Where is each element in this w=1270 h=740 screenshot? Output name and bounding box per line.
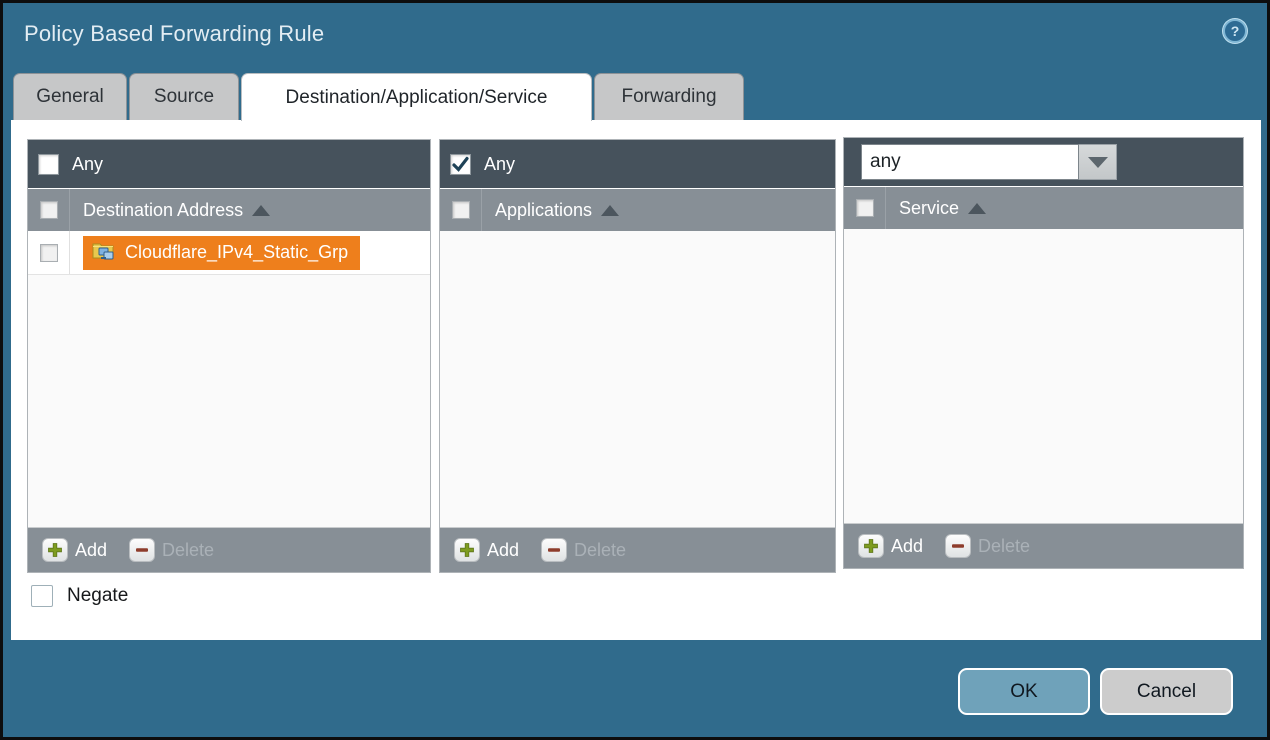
dialog-title-bar: Policy Based Forwarding Rule ?	[3, 3, 1267, 67]
minus-icon	[945, 534, 971, 558]
chevron-down-icon	[1088, 157, 1108, 168]
service-column-header-row: Service	[844, 186, 1243, 229]
service-dropdown-value[interactable]: any	[861, 144, 1079, 180]
service-add-button[interactable]: Add	[858, 534, 923, 558]
destination-address-list: Cloudflare_IPv4_Static_Grp	[28, 231, 430, 527]
sort-asc-icon	[968, 203, 986, 214]
service-select-all-checkbox[interactable]	[856, 199, 874, 217]
service-any-bar: any	[844, 138, 1243, 186]
tab-source[interactable]: Source	[129, 73, 239, 120]
service-dropdown[interactable]: any	[861, 144, 1117, 180]
add-button-label: Add	[75, 540, 107, 561]
destination-select-all-cell	[28, 189, 70, 231]
destination-select-all-checkbox[interactable]	[40, 201, 58, 219]
ok-button[interactable]: OK	[958, 668, 1090, 715]
destination-column-header-row: Destination Address	[28, 188, 430, 231]
tab-general[interactable]: General	[13, 73, 127, 120]
applications-add-button[interactable]: Add	[454, 538, 519, 562]
service-delete-button[interactable]: Delete	[945, 534, 1030, 558]
service-select-all-cell	[844, 187, 886, 229]
minus-icon	[541, 538, 567, 562]
tab-content: Any Destination Address	[11, 120, 1261, 640]
negate-checkbox[interactable]	[31, 585, 53, 607]
service-footer-bar: Add Delete	[844, 523, 1243, 568]
applications-select-all-checkbox[interactable]	[452, 201, 470, 219]
plus-icon	[858, 534, 884, 558]
applications-column-header[interactable]: Applications	[495, 200, 619, 221]
address-group-icon	[91, 239, 117, 266]
applications-footer-bar: Add Delete	[440, 527, 835, 572]
table-row: Cloudflare_IPv4_Static_Grp	[28, 231, 430, 275]
service-column-header-label: Service	[899, 198, 959, 219]
minus-icon	[129, 538, 155, 562]
applications-any-bar: Any	[440, 140, 835, 188]
applications-select-all-cell	[440, 189, 482, 231]
applications-column-header-label: Applications	[495, 200, 592, 221]
tab-source-label: Source	[154, 86, 214, 108]
page-title: Policy Based Forwarding Rule	[24, 21, 324, 47]
sort-asc-icon	[601, 205, 619, 216]
plus-icon	[42, 538, 68, 562]
service-list	[844, 229, 1243, 523]
row-check-cell	[28, 231, 70, 274]
tab-destination-application-service[interactable]: Destination/Application/Service	[241, 73, 592, 121]
destination-add-button[interactable]: Add	[42, 538, 107, 562]
destination-any-checkbox[interactable]	[38, 154, 59, 175]
applications-panel: Any Applications Add Delet	[439, 139, 836, 573]
delete-button-label: Delete	[574, 540, 626, 561]
row-checkbox[interactable]	[40, 244, 58, 262]
sort-asc-icon	[252, 205, 270, 216]
destination-address-item-label: Cloudflare_IPv4_Static_Grp	[125, 242, 348, 263]
help-icon[interactable]: ?	[1221, 17, 1249, 45]
delete-button-label: Delete	[162, 540, 214, 561]
destination-column-header[interactable]: Destination Address	[83, 200, 270, 221]
tab-destination-label: Destination/Application/Service	[286, 87, 548, 109]
applications-any-label: Any	[484, 154, 515, 175]
dialog-action-bar: OK Cancel	[3, 640, 1267, 740]
tab-forwarding[interactable]: Forwarding	[594, 73, 744, 120]
destination-delete-button[interactable]: Delete	[129, 538, 214, 562]
cancel-button[interactable]: Cancel	[1100, 668, 1233, 715]
tab-general-label: General	[36, 86, 104, 108]
service-column-header[interactable]: Service	[899, 198, 986, 219]
add-button-label: Add	[487, 540, 519, 561]
delete-button-label: Delete	[978, 536, 1030, 557]
destination-address-item[interactable]: Cloudflare_IPv4_Static_Grp	[83, 236, 360, 270]
service-dropdown-button[interactable]	[1079, 144, 1117, 180]
add-button-label: Add	[891, 536, 923, 557]
applications-any-checkbox[interactable]	[450, 154, 471, 175]
negate-row: Negate	[31, 585, 128, 607]
destination-any-bar: Any	[28, 140, 430, 188]
applications-delete-button[interactable]: Delete	[541, 538, 626, 562]
destination-address-panel: Any Destination Address	[27, 139, 431, 573]
plus-icon	[454, 538, 480, 562]
applications-list	[440, 231, 835, 527]
negate-label: Negate	[67, 585, 128, 607]
service-panel: any Service Add	[843, 137, 1244, 569]
applications-column-header-row: Applications	[440, 188, 835, 231]
svg-text:?: ?	[1231, 23, 1240, 39]
destination-any-label: Any	[72, 154, 103, 175]
tab-forwarding-label: Forwarding	[621, 86, 716, 108]
destination-footer-bar: Add Delete	[28, 527, 430, 572]
destination-column-header-label: Destination Address	[83, 200, 243, 221]
